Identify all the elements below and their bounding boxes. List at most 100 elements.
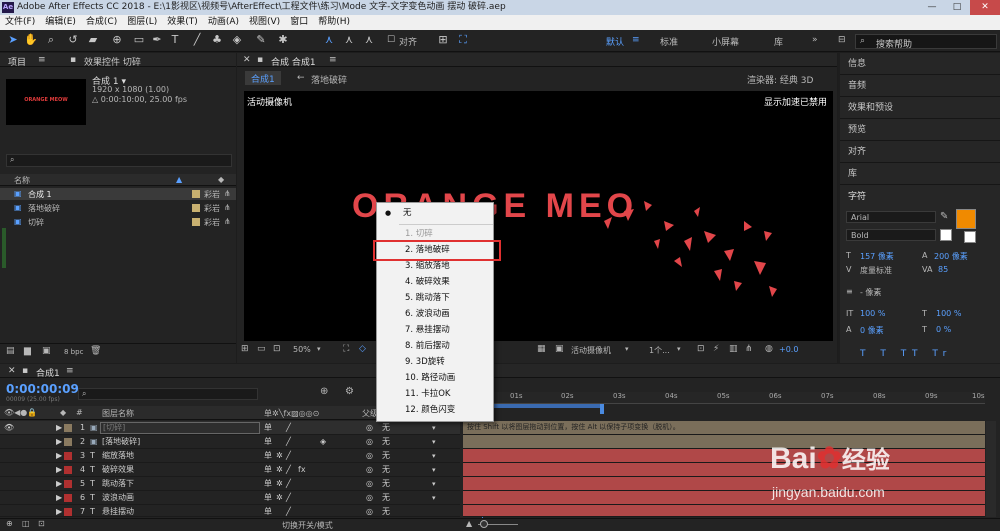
expand-arrow-icon[interactable]: ▶ bbox=[56, 477, 62, 491]
mask-visibility-icon[interactable]: ◇ bbox=[359, 344, 366, 354]
layer-label-swatch[interactable] bbox=[64, 424, 72, 432]
expand-arrow-icon[interactable]: ▶ bbox=[56, 435, 62, 449]
baseline-shift-value[interactable]: 0 像素 bbox=[860, 325, 884, 336]
fill-color-swatch[interactable] bbox=[956, 209, 976, 229]
panel-preview[interactable]: 预览 bbox=[840, 119, 1000, 141]
chevron-down-icon[interactable]: ▾ bbox=[317, 345, 321, 353]
help-search[interactable]: ⌕ 搜索帮助 bbox=[855, 34, 997, 50]
comp-panel-tab[interactable]: 合成 合成1 bbox=[271, 55, 316, 68]
menu-item-preset-7[interactable]: 7. 悬挂摆动 bbox=[377, 322, 495, 338]
pickwhip-icon[interactable]: ◎ bbox=[366, 477, 373, 491]
timeline-tab[interactable]: 合成1 bbox=[36, 366, 60, 379]
current-timecode[interactable]: 0:00:00:09 bbox=[6, 382, 79, 396]
chevron-down-icon[interactable]: ▾ bbox=[432, 477, 436, 491]
parent-value[interactable]: 无 bbox=[382, 435, 390, 449]
text-style-buttons[interactable]: T T TT Tr bbox=[860, 349, 952, 359]
chevron-down-icon[interactable]: ▾ bbox=[625, 345, 629, 353]
font-style-select[interactable]: Bold bbox=[846, 229, 936, 241]
pickwhip-icon[interactable]: ◎ bbox=[366, 449, 373, 463]
menu-item-preset-6[interactable]: 6. 波浪动画 bbox=[377, 306, 495, 322]
rotate-tool-icon[interactable]: ↺ bbox=[66, 33, 80, 47]
project-item-name[interactable]: 落地破碎 bbox=[28, 203, 60, 214]
layer-row[interactable]: ▶ 6 T 波浪动画 单 ✲ ╱ ◎ 无 ▾ bbox=[0, 491, 460, 505]
tracking-value[interactable]: 85 bbox=[938, 265, 948, 274]
quality-switch-icon[interactable]: ╱ bbox=[286, 477, 291, 491]
interpret-footage-icon[interactable]: ▤ bbox=[6, 346, 15, 356]
toggle-switches-modes[interactable]: 切换开关/模式 bbox=[282, 520, 333, 531]
minimize-button[interactable]: — bbox=[920, 0, 944, 15]
transparency-grid-icon[interactable]: ▦ bbox=[537, 344, 546, 354]
hand-tool-icon[interactable]: ✋ bbox=[24, 33, 38, 47]
layer-name[interactable]: 破碎效果 bbox=[102, 463, 134, 477]
parent-value[interactable]: 无 bbox=[382, 449, 390, 463]
quality-switch-icon[interactable]: ╱ bbox=[286, 435, 291, 449]
menu-item-preset-5[interactable]: 5. 跳动落下 bbox=[377, 290, 495, 306]
menu-item-preset-9[interactable]: 9. 3D旋转 bbox=[377, 354, 495, 370]
expand-arrow-icon[interactable]: ▶ bbox=[56, 421, 62, 435]
menu-item-none[interactable]: ● 无 bbox=[377, 205, 495, 221]
workspace-standard[interactable]: 标准 bbox=[660, 35, 678, 48]
layer-label-swatch[interactable] bbox=[64, 494, 72, 502]
expand-arrow-icon[interactable]: ▶ bbox=[56, 463, 62, 477]
shy-switch-icon[interactable]: 单 bbox=[264, 477, 272, 491]
chevron-down-icon[interactable]: ▾ bbox=[432, 449, 436, 463]
parent-value[interactable]: 无 bbox=[382, 463, 390, 477]
project-item-name[interactable]: 合成 1 bbox=[28, 189, 52, 200]
flowchart-view-icon[interactable]: ⋔ bbox=[745, 344, 753, 354]
workspace-library[interactable]: 库 bbox=[774, 35, 783, 48]
workspace-menu-icon[interactable]: ≡ bbox=[632, 35, 640, 45]
layer-row[interactable]: ▶ 2 ▣ [落地破碎] 单 ╱ ◈ ◎ 无 ▾ bbox=[0, 435, 460, 449]
close-button[interactable]: ✕ bbox=[970, 0, 1000, 15]
toggle-stretch-icon[interactable]: ⊡ bbox=[38, 519, 45, 528]
delete-icon[interactable]: 🗑 bbox=[90, 346, 101, 356]
flowchart-icon[interactable]: ⋔ bbox=[224, 189, 231, 198]
shy-switch-icon[interactable]: 单 bbox=[264, 491, 272, 505]
comp-viewer[interactable]: 活动摄像机 显示加速已禁用 ORANGE MEO bbox=[244, 91, 833, 341]
snap-checkbox[interactable]: ☐ bbox=[384, 33, 398, 47]
collapse-switch-icon[interactable]: ✲ bbox=[276, 477, 283, 491]
pickwhip-icon[interactable]: ◎ bbox=[366, 491, 373, 505]
panel-library[interactable]: 库 bbox=[840, 163, 1000, 185]
label-swatch[interactable] bbox=[192, 204, 200, 212]
new-comp-icon[interactable]: ▣ bbox=[42, 346, 51, 356]
pickwhip-icon[interactable]: ◎ bbox=[366, 421, 373, 435]
vertical-scale-value[interactable]: 100 % bbox=[860, 309, 885, 318]
menu-window[interactable]: 窗口 bbox=[285, 15, 313, 30]
expand-arrow-icon[interactable]: ▶ bbox=[56, 491, 62, 505]
renderer-label[interactable]: 渲染器: 经典 3D bbox=[747, 73, 813, 86]
panel-audio[interactable]: 音频 bbox=[840, 75, 1000, 97]
layer-name[interactable]: [落地破碎] bbox=[102, 435, 140, 449]
track-bar[interactable] bbox=[463, 435, 985, 449]
menu-animation[interactable]: 动画(A) bbox=[203, 15, 244, 30]
eyedropper-icon[interactable]: ✎ bbox=[940, 211, 948, 222]
toggle-switches-icon[interactable]: ⊕ bbox=[6, 519, 13, 528]
zoom-slider-knob[interactable] bbox=[480, 520, 488, 528]
project-menu-icon[interactable]: ≡ bbox=[38, 55, 46, 65]
flowchart-icon[interactable]: ⋔ bbox=[224, 203, 231, 212]
zoom-out-icon[interactable]: ▲ bbox=[466, 519, 472, 528]
work-area-end-handle[interactable] bbox=[600, 404, 604, 414]
menu-help[interactable]: 帮助(H) bbox=[313, 15, 355, 30]
rectangle-tool-icon[interactable]: ▭ bbox=[132, 33, 146, 47]
parent-value[interactable]: 无 bbox=[382, 477, 390, 491]
chevron-down-icon[interactable]: ▾ bbox=[432, 463, 436, 477]
menu-item-preset-4[interactable]: 4. 破碎效果 bbox=[377, 274, 495, 290]
sync-icon[interactable]: ⊟ bbox=[838, 35, 846, 45]
camera-view-select[interactable]: 活动摄像机 bbox=[571, 345, 611, 356]
menu-view[interactable]: 视图(V) bbox=[244, 15, 285, 30]
fit-icon[interactable]: ⛶ bbox=[343, 344, 349, 354]
menu-file[interactable]: 文件(F) bbox=[0, 15, 40, 30]
track-bar[interactable] bbox=[463, 477, 985, 491]
horizontal-scale-value[interactable]: 100 % bbox=[936, 309, 961, 318]
chevron-down-icon[interactable]: ▾ bbox=[677, 345, 681, 353]
expand-arrow-icon[interactable]: ▶ bbox=[56, 505, 62, 519]
menu-item-preset-12[interactable]: 12. 颜色闪变 bbox=[377, 402, 495, 418]
snap-option-icon[interactable]: ⊞ bbox=[436, 33, 450, 47]
timeline-lock-icon[interactable]: ▪ bbox=[22, 366, 28, 376]
label-column-icon[interactable]: ◆ bbox=[218, 175, 224, 184]
no-stroke-swatch[interactable] bbox=[964, 231, 976, 243]
view-axis-icon[interactable]: ⋏ bbox=[362, 33, 376, 47]
label-swatch[interactable] bbox=[192, 218, 200, 226]
world-axis-icon[interactable]: ⋏ bbox=[342, 33, 356, 47]
region-icon[interactable]: ⊡ bbox=[273, 344, 281, 354]
